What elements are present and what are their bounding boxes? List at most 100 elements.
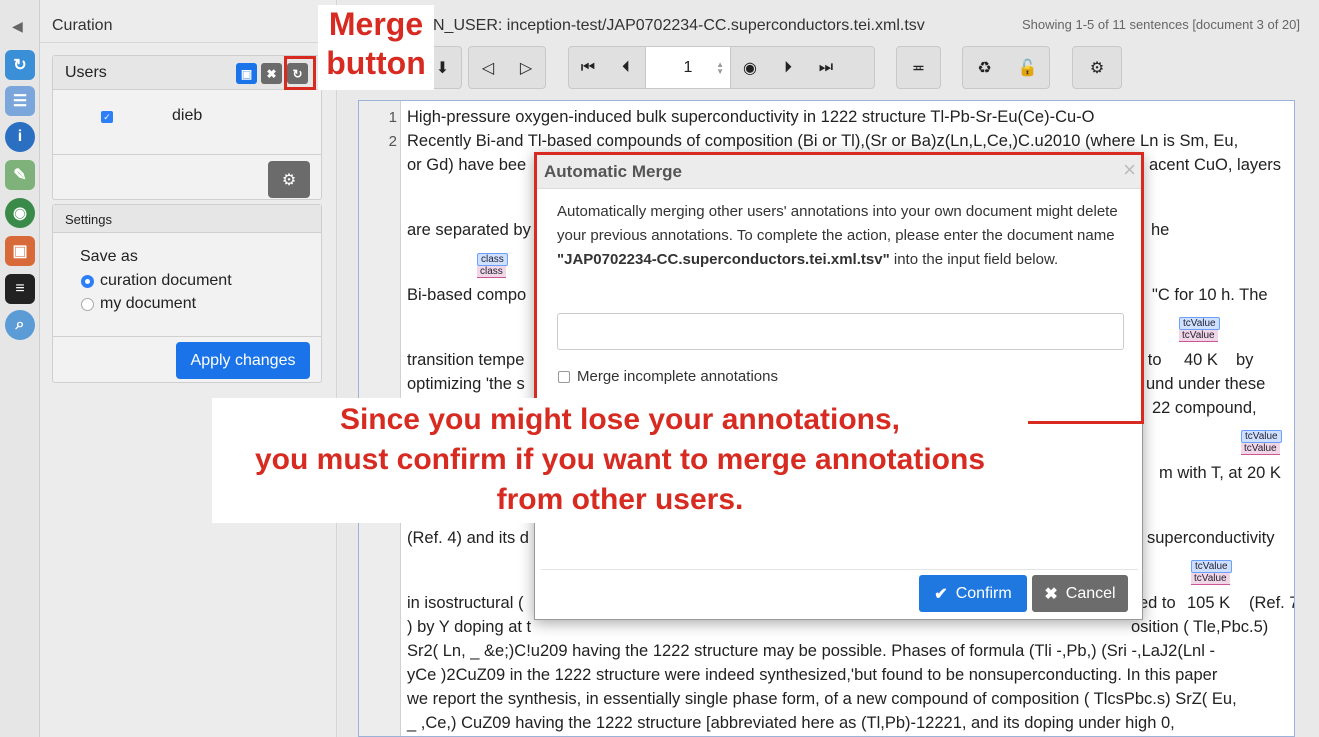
save-icon[interactable]: ▣ — [236, 63, 257, 84]
option-curation-document: curation document — [100, 272, 232, 289]
sentence-line[interactable]: superconductivity — [1147, 529, 1274, 548]
sentence-line[interactable]: 22 compound, — [1152, 399, 1257, 418]
annotation-label[interactable]: tcValue — [1179, 317, 1220, 330]
value-mention[interactable]: 105 K — [1187, 594, 1230, 613]
recycle-icon[interactable]: ♻ — [963, 47, 1006, 88]
prev-page-icon[interactable]: ⏴ — [607, 47, 645, 88]
toolbar-layout: ≖ — [896, 46, 941, 89]
dialog-highlight — [534, 152, 1144, 424]
settings-panel: Settings Save as curation document my do… — [52, 204, 322, 383]
users-panel-header: Users ▣ ✖ ↻ — [53, 56, 321, 90]
unlock-icon[interactable]: 🔓 — [1006, 47, 1049, 88]
globe-icon[interactable]: ◉ — [5, 198, 35, 228]
tag-icon[interactable]: ✎ — [5, 160, 35, 190]
settings-panel-header: Settings — [53, 205, 321, 233]
sentence-line[interactable]: in isostructural ( — [407, 594, 523, 613]
merge-button-highlight — [284, 56, 316, 90]
cancel-button[interactable]: ✖ Cancel — [1032, 575, 1128, 612]
user-checkbox[interactable]: ✓ — [101, 111, 113, 123]
sentence-line[interactable]: "C for 10 h. The — [1152, 286, 1268, 305]
document-title: N_USER: inception-test/JAP0702234-CC.sup… — [433, 17, 925, 34]
sentence-line[interactable]: we report the synthesis, in essentially … — [407, 690, 1237, 709]
sentence-line[interactable]: Bi-based compo — [407, 286, 526, 305]
sentence-line[interactable]: m with T, at — [1159, 464, 1242, 483]
user-settings-button[interactable]: ⚙ — [268, 161, 310, 198]
divider — [53, 336, 321, 337]
annotation-label[interactable]: class — [477, 253, 508, 266]
spinner-icon[interactable]: ▲ ▼ — [716, 61, 724, 76]
sentence-line[interactable]: (Ref. 7 — [1249, 594, 1294, 613]
radio-curation-document[interactable] — [81, 275, 94, 288]
icon-rail: ◀ ↻ ☰ i ✎ ◉ ▣ ≡ ⌕ — [0, 0, 40, 737]
callout-line: Since you might lose your annotations, — [339, 403, 901, 436]
callout-line: Merge — [328, 6, 424, 42]
next-page-icon[interactable]: ⏵ — [769, 47, 807, 88]
merge-button-callout: Merge button — [318, 5, 434, 83]
info-icon[interactable]: i — [5, 122, 35, 152]
annotation-label[interactable]: tcValue — [1191, 573, 1230, 585]
sync-icon[interactable]: ↻ — [5, 50, 35, 80]
trash-icon[interactable]: ✖ — [261, 63, 282, 84]
eye-icon[interactable]: ◉ — [731, 47, 769, 88]
search-icon[interactable]: ⌕ — [5, 310, 35, 340]
annotation-label[interactable]: tcValue — [1241, 443, 1280, 455]
toolbar-doc-nav: ◁ ▷ — [468, 46, 546, 89]
sentence-line[interactable]: optimizing 'the s — [407, 375, 525, 394]
sentence-line[interactable]: or Gd) have bee — [407, 156, 526, 175]
sentence-line[interactable]: High-pressure oxygen-induced bulk superc… — [407, 108, 1095, 127]
user-name: dieb — [172, 107, 203, 124]
cancel-label: Cancel — [1065, 584, 1116, 602]
sentence-line[interactable]: _ ,Ce,) CuZ09 having the 1222 structure … — [407, 714, 1175, 733]
sentence-line[interactable]: yCe )2CuZ09 in the 1222 structure were i… — [407, 666, 1217, 685]
last-page-icon[interactable]: ⏭ — [807, 47, 845, 88]
sentence-line[interactable]: he — [1151, 221, 1169, 240]
x-icon: ✖ — [1044, 585, 1058, 603]
dialog-footer-divider — [541, 569, 1138, 570]
layout-icon[interactable]: ☰ — [5, 86, 35, 116]
users-panel-title: Users — [65, 64, 107, 81]
sentence-line[interactable]: by — [1236, 351, 1253, 370]
prev-document-icon[interactable]: ◁ — [469, 47, 507, 88]
sentence-line[interactable]: acent CuO, layers — [1149, 156, 1281, 175]
toolbar-page-nav: ⏮ ⏴ 1 ▲ ▼ ◉ ⏵ ⏭ — [568, 46, 875, 89]
annotation-label[interactable]: tcValue — [1179, 330, 1218, 342]
callout-line: from other users. — [496, 483, 744, 516]
gear-icon: ⚙ — [281, 171, 297, 189]
page-number-input[interactable]: 1 ▲ ▼ — [645, 47, 731, 88]
divider — [40, 42, 337, 43]
gear-icon[interactable]: ⚙ — [1073, 47, 1121, 88]
sentence-counter: Showing 1-5 of 11 sentences [document 3 … — [1022, 17, 1300, 32]
page-number: 1 — [683, 58, 693, 76]
collapse-icon[interactable]: ◀ — [12, 18, 23, 35]
sentence-line[interactable]: transition tempe — [407, 351, 524, 370]
callout-line: button — [326, 45, 426, 81]
annotation-label[interactable]: tcValue — [1241, 430, 1282, 443]
sentence-line[interactable]: are separated by — [407, 221, 531, 240]
layers-icon[interactable]: ▣ — [5, 236, 35, 266]
option-my-document: my document — [100, 295, 197, 312]
annotation-label[interactable]: class — [477, 266, 506, 278]
apply-changes-button[interactable]: Apply changes — [176, 342, 310, 379]
sentence-line[interactable]: Sr2( Ln, _ &e;)C!u209 having the 1222 st… — [407, 642, 1215, 661]
users-panel: Users ▣ ✖ ↻ ✓ dieb ⚙ — [52, 55, 322, 200]
sentence-line[interactable]: ) by Y doping at t — [407, 618, 531, 637]
sentence-line[interactable]: Recently Bi-and Tl-based compounds of co… — [407, 132, 1238, 151]
confirm-label: Confirm — [955, 584, 1012, 602]
radio-my-document[interactable] — [81, 298, 94, 311]
warning-callout: Since you might lose your annotations, y… — [212, 400, 1028, 520]
callout-line: you must confirm if you want to merge an… — [254, 443, 986, 476]
confirm-button[interactable]: ✔ Confirm — [919, 575, 1027, 612]
sidebar-title: Curation — [52, 17, 113, 34]
align-icon[interactable]: ≖ — [897, 47, 940, 88]
line-number: 2 — [388, 133, 397, 150]
sentence-line[interactable]: (Ref. 4) and its d — [407, 529, 529, 548]
value-mention[interactable]: 40 K — [1184, 351, 1218, 370]
value-mention[interactable]: 20 K — [1247, 464, 1281, 483]
first-page-icon[interactable]: ⏮ — [569, 47, 607, 88]
next-document-icon[interactable]: ▷ — [507, 47, 545, 88]
sentence-line[interactable]: osition ( Tle,Pbc.5) — [1131, 618, 1268, 637]
sentence-line[interactable]: ed to — [1139, 594, 1176, 613]
sentence-line[interactable]: und under these — [1146, 375, 1265, 394]
comment-icon[interactable]: ≡ — [5, 274, 35, 304]
annotation-label[interactable]: tcValue — [1191, 560, 1232, 573]
